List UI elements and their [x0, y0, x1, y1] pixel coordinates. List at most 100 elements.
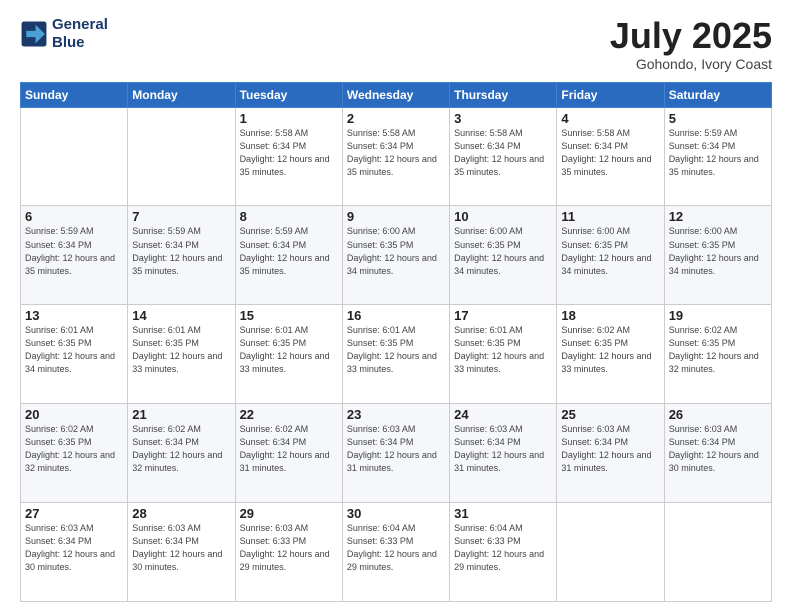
day-info: Sunrise: 5:59 AMSunset: 6:34 PMDaylight:… — [132, 225, 230, 277]
calendar-week-row: 20Sunrise: 6:02 AMSunset: 6:35 PMDayligh… — [21, 404, 772, 503]
page: General Blue July 2025 Gohondo, Ivory Co… — [0, 0, 792, 612]
day-number: 10 — [454, 209, 552, 224]
day-info: Sunrise: 6:01 AMSunset: 6:35 PMDaylight:… — [132, 324, 230, 376]
day-info: Sunrise: 5:59 AMSunset: 6:34 PMDaylight:… — [240, 225, 338, 277]
day-info: Sunrise: 6:01 AMSunset: 6:35 PMDaylight:… — [240, 324, 338, 376]
calendar-cell: 22Sunrise: 6:02 AMSunset: 6:34 PMDayligh… — [235, 404, 342, 503]
day-number: 6 — [25, 209, 123, 224]
day-number: 17 — [454, 308, 552, 323]
calendar-cell: 27Sunrise: 6:03 AMSunset: 6:34 PMDayligh… — [21, 503, 128, 602]
calendar-cell: 20Sunrise: 6:02 AMSunset: 6:35 PMDayligh… — [21, 404, 128, 503]
day-info: Sunrise: 5:58 AMSunset: 6:34 PMDaylight:… — [240, 127, 338, 179]
calendar-cell: 18Sunrise: 6:02 AMSunset: 6:35 PMDayligh… — [557, 305, 664, 404]
day-number: 27 — [25, 506, 123, 521]
day-number: 1 — [240, 111, 338, 126]
day-number: 12 — [669, 209, 767, 224]
day-info: Sunrise: 6:03 AMSunset: 6:34 PMDaylight:… — [454, 423, 552, 475]
day-number: 9 — [347, 209, 445, 224]
day-number: 15 — [240, 308, 338, 323]
logo: General Blue — [20, 16, 108, 52]
header: General Blue July 2025 Gohondo, Ivory Co… — [20, 16, 772, 72]
calendar-week-row: 6Sunrise: 5:59 AMSunset: 6:34 PMDaylight… — [21, 206, 772, 305]
weekday-header: Tuesday — [235, 82, 342, 107]
calendar-cell: 14Sunrise: 6:01 AMSunset: 6:35 PMDayligh… — [128, 305, 235, 404]
day-info: Sunrise: 6:00 AMSunset: 6:35 PMDaylight:… — [561, 225, 659, 277]
day-info: Sunrise: 6:01 AMSunset: 6:35 PMDaylight:… — [25, 324, 123, 376]
calendar-cell — [664, 503, 771, 602]
day-info: Sunrise: 5:58 AMSunset: 6:34 PMDaylight:… — [347, 127, 445, 179]
day-number: 21 — [132, 407, 230, 422]
calendar-cell: 6Sunrise: 5:59 AMSunset: 6:34 PMDaylight… — [21, 206, 128, 305]
calendar-week-row: 13Sunrise: 6:01 AMSunset: 6:35 PMDayligh… — [21, 305, 772, 404]
logo-text: General Blue — [52, 16, 108, 52]
day-info: Sunrise: 6:00 AMSunset: 6:35 PMDaylight:… — [454, 225, 552, 277]
calendar-week-row: 1Sunrise: 5:58 AMSunset: 6:34 PMDaylight… — [21, 107, 772, 206]
day-info: Sunrise: 5:59 AMSunset: 6:34 PMDaylight:… — [25, 225, 123, 277]
calendar-cell: 13Sunrise: 6:01 AMSunset: 6:35 PMDayligh… — [21, 305, 128, 404]
weekday-header: Wednesday — [342, 82, 449, 107]
calendar-cell: 8Sunrise: 5:59 AMSunset: 6:34 PMDaylight… — [235, 206, 342, 305]
day-number: 5 — [669, 111, 767, 126]
day-info: Sunrise: 6:00 AMSunset: 6:35 PMDaylight:… — [669, 225, 767, 277]
day-info: Sunrise: 6:03 AMSunset: 6:34 PMDaylight:… — [25, 522, 123, 574]
day-number: 11 — [561, 209, 659, 224]
day-info: Sunrise: 6:02 AMSunset: 6:34 PMDaylight:… — [132, 423, 230, 475]
day-info: Sunrise: 6:02 AMSunset: 6:34 PMDaylight:… — [240, 423, 338, 475]
day-number: 31 — [454, 506, 552, 521]
day-number: 14 — [132, 308, 230, 323]
day-info: Sunrise: 6:03 AMSunset: 6:34 PMDaylight:… — [132, 522, 230, 574]
calendar-cell: 23Sunrise: 6:03 AMSunset: 6:34 PMDayligh… — [342, 404, 449, 503]
calendar-cell: 2Sunrise: 5:58 AMSunset: 6:34 PMDaylight… — [342, 107, 449, 206]
calendar-cell: 5Sunrise: 5:59 AMSunset: 6:34 PMDaylight… — [664, 107, 771, 206]
calendar-cell: 24Sunrise: 6:03 AMSunset: 6:34 PMDayligh… — [450, 404, 557, 503]
day-info: Sunrise: 6:04 AMSunset: 6:33 PMDaylight:… — [347, 522, 445, 574]
day-info: Sunrise: 6:04 AMSunset: 6:33 PMDaylight:… — [454, 522, 552, 574]
day-number: 22 — [240, 407, 338, 422]
day-number: 4 — [561, 111, 659, 126]
day-number: 23 — [347, 407, 445, 422]
day-info: Sunrise: 5:58 AMSunset: 6:34 PMDaylight:… — [454, 127, 552, 179]
day-number: 25 — [561, 407, 659, 422]
weekday-header: Monday — [128, 82, 235, 107]
calendar-cell: 10Sunrise: 6:00 AMSunset: 6:35 PMDayligh… — [450, 206, 557, 305]
calendar-cell: 7Sunrise: 5:59 AMSunset: 6:34 PMDaylight… — [128, 206, 235, 305]
calendar-cell: 26Sunrise: 6:03 AMSunset: 6:34 PMDayligh… — [664, 404, 771, 503]
calendar-cell: 1Sunrise: 5:58 AMSunset: 6:34 PMDaylight… — [235, 107, 342, 206]
title-block: July 2025 Gohondo, Ivory Coast — [610, 16, 772, 72]
calendar-cell: 28Sunrise: 6:03 AMSunset: 6:34 PMDayligh… — [128, 503, 235, 602]
day-number: 13 — [25, 308, 123, 323]
day-number: 19 — [669, 308, 767, 323]
calendar-cell: 15Sunrise: 6:01 AMSunset: 6:35 PMDayligh… — [235, 305, 342, 404]
weekday-header: Saturday — [664, 82, 771, 107]
calendar-cell: 25Sunrise: 6:03 AMSunset: 6:34 PMDayligh… — [557, 404, 664, 503]
day-number: 8 — [240, 209, 338, 224]
calendar-table: SundayMondayTuesdayWednesdayThursdayFrid… — [20, 82, 772, 602]
day-info: Sunrise: 6:02 AMSunset: 6:35 PMDaylight:… — [561, 324, 659, 376]
day-number: 3 — [454, 111, 552, 126]
weekday-header: Thursday — [450, 82, 557, 107]
day-info: Sunrise: 6:03 AMSunset: 6:33 PMDaylight:… — [240, 522, 338, 574]
calendar-cell — [128, 107, 235, 206]
calendar-cell: 9Sunrise: 6:00 AMSunset: 6:35 PMDaylight… — [342, 206, 449, 305]
calendar-cell: 3Sunrise: 5:58 AMSunset: 6:34 PMDaylight… — [450, 107, 557, 206]
location: Gohondo, Ivory Coast — [610, 56, 772, 72]
day-info: Sunrise: 5:59 AMSunset: 6:34 PMDaylight:… — [669, 127, 767, 179]
day-number: 24 — [454, 407, 552, 422]
calendar-cell: 30Sunrise: 6:04 AMSunset: 6:33 PMDayligh… — [342, 503, 449, 602]
day-number: 20 — [25, 407, 123, 422]
day-info: Sunrise: 6:02 AMSunset: 6:35 PMDaylight:… — [669, 324, 767, 376]
day-info: Sunrise: 6:03 AMSunset: 6:34 PMDaylight:… — [347, 423, 445, 475]
day-info: Sunrise: 6:03 AMSunset: 6:34 PMDaylight:… — [669, 423, 767, 475]
weekday-header: Friday — [557, 82, 664, 107]
calendar-cell: 31Sunrise: 6:04 AMSunset: 6:33 PMDayligh… — [450, 503, 557, 602]
day-number: 30 — [347, 506, 445, 521]
day-info: Sunrise: 6:00 AMSunset: 6:35 PMDaylight:… — [347, 225, 445, 277]
logo-icon — [20, 20, 48, 48]
day-info: Sunrise: 6:02 AMSunset: 6:35 PMDaylight:… — [25, 423, 123, 475]
calendar-cell: 11Sunrise: 6:00 AMSunset: 6:35 PMDayligh… — [557, 206, 664, 305]
month-title: July 2025 — [610, 16, 772, 56]
day-number: 29 — [240, 506, 338, 521]
day-info: Sunrise: 5:58 AMSunset: 6:34 PMDaylight:… — [561, 127, 659, 179]
calendar-cell: 29Sunrise: 6:03 AMSunset: 6:33 PMDayligh… — [235, 503, 342, 602]
calendar-cell — [557, 503, 664, 602]
